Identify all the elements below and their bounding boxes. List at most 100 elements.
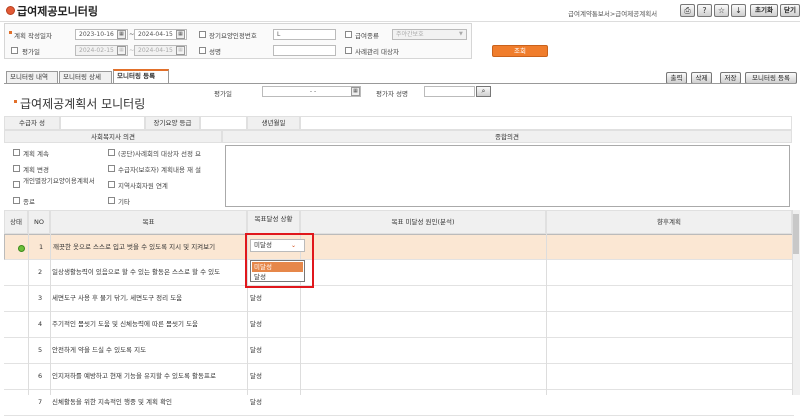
calendar-icon[interactable]: ▦ — [117, 30, 126, 39]
download-icon[interactable]: ↓ — [731, 4, 746, 17]
eval-date-label: 평가일 — [22, 48, 40, 56]
tab-monitoring-history[interactable]: 모니터링 내역 — [6, 71, 58, 83]
table-row[interactable]: 5 안전하게 약을 드실 수 있도록 지도 달성 — [4, 338, 794, 364]
row-no: 4 — [38, 320, 43, 328]
help-icon[interactable]: ? — [697, 4, 712, 17]
case-mgmt-checkbox[interactable] — [345, 47, 352, 54]
row-status[interactable]: 달성 — [250, 286, 262, 312]
col-header-goal: 목표 — [50, 210, 247, 234]
overall-opinion-label: 종합의견 — [222, 130, 792, 143]
row-no: 1 — [39, 243, 44, 251]
row-goal: 안전하게 약을 드실 수 있도록 지도 — [52, 346, 147, 354]
row-goal: 주기적인 몸씻기 도움 및 신체능력에 따른 몸씻기 도움 — [52, 320, 199, 328]
row-no: 2 — [38, 268, 43, 276]
required-marker — [9, 31, 12, 34]
contract-date-label: 계획 작성일자 — [14, 32, 52, 40]
option-label: 계획 계속 — [23, 150, 49, 158]
row-no: 5 — [38, 346, 43, 354]
table-row[interactable]: 4 주기적인 몸씻기 도움 및 신체능력에 따른 몸씻기 도움 달성 — [4, 312, 794, 338]
row-no: 3 — [38, 294, 43, 302]
continue-plan-checkbox[interactable] — [13, 149, 20, 156]
calendar-icon[interactable]: ▦ — [176, 46, 185, 55]
chevron-down-icon: ▼ — [459, 31, 463, 37]
breadcrumb: 급여계약통보서>급여제공계획서 — [568, 10, 658, 18]
overall-opinion-textarea[interactable] — [225, 145, 790, 207]
recipient-name-value — [60, 116, 145, 130]
row-goal: 세면도구 사용 후 물기 닦기, 세면도구 정리 도움 — [52, 294, 183, 302]
page-title: 급여제공모니터링 — [17, 5, 98, 18]
app-logo-icon — [6, 6, 15, 15]
evaluator-input[interactable] — [424, 86, 475, 97]
recipient-name-label: 수급자 성 — [4, 116, 60, 130]
grade-value — [200, 116, 247, 130]
row-goal: 신체활동을 위한 지속적인 행중 및 계획 확인 — [52, 398, 173, 406]
grade-label: 장기요양 등급 — [145, 116, 200, 130]
evaluator-label: 평가자 성명 — [376, 90, 408, 98]
ltc-no-label: 장기요양인정번호 — [209, 32, 257, 40]
calendar-icon[interactable]: ▦ — [351, 87, 360, 96]
social-worker-opinion-label: 사회복지사 의견 — [4, 130, 222, 143]
section-bullet — [14, 100, 17, 103]
option-label: (공단)사례회의 대상자 선정 요 — [118, 150, 202, 158]
row-status[interactable]: 달성 — [250, 390, 262, 416]
column-divider — [50, 234, 51, 395]
row-goal: 일상생활능력이 있음으로 할 수 있는 활동은 스스로 할 수 있도 — [52, 268, 221, 276]
table-row[interactable]: 3 세면도구 사용 후 물기 닦기, 세면도구 정리 도움 달성 — [4, 286, 794, 312]
benefit-type-checkbox[interactable] — [345, 31, 352, 38]
plan-eval-date-label: 평가일 — [214, 90, 232, 98]
row-status[interactable]: 달성 — [250, 338, 262, 364]
other-checkbox[interactable] — [108, 197, 115, 204]
row-goal: 인지저하를 예방하고 현재 기능을 유지할 수 있도록 활동프로 — [52, 372, 216, 380]
close-button[interactable]: 닫기 — [780, 4, 800, 17]
option-label: 계획 변경 — [23, 166, 49, 174]
re-explain-checkbox[interactable] — [108, 165, 115, 172]
table-row[interactable]: 6 인지저하를 예방하고 현재 기능을 유지할 수 있도록 활동프로 달성 — [4, 364, 794, 390]
benefit-type-select[interactable]: 주야간보호 — [392, 29, 467, 40]
print-icon[interactable]: ⎙ — [680, 4, 695, 17]
individual-plan-checkbox[interactable] — [13, 181, 20, 188]
scrollbar-thumb[interactable] — [793, 214, 799, 254]
plan-title: 급여제공계획서 모니터링 — [20, 97, 146, 111]
column-divider — [546, 234, 547, 395]
reset-button[interactable]: 초기화 — [750, 4, 778, 17]
option-label: 종료 — [23, 198, 35, 206]
search-icon[interactable]: ⌕ — [476, 86, 491, 97]
eval-date-checkbox[interactable] — [11, 47, 18, 54]
option-label: 개인별장기요양이용계획서 — [23, 177, 95, 185]
col-header-no: NO — [28, 210, 50, 234]
search-button[interactable]: 조회 — [492, 45, 548, 57]
table-row[interactable]: 1 깨끗한 옷으로 스스로 입고 벗을 수 있도록 지시 및 지켜보기 — [4, 234, 794, 260]
birth-value — [300, 116, 792, 130]
change-plan-checkbox[interactable] — [13, 165, 20, 172]
name-input[interactable] — [273, 45, 336, 56]
table-row[interactable]: 7 신체활동을 위한 지속적인 행중 및 계획 확인 달성 — [4, 390, 794, 416]
col-header-future-plan: 향후계획 — [546, 210, 792, 234]
ltc-no-checkbox[interactable] — [199, 31, 206, 38]
table-row[interactable]: 2 일상생활능력이 있음으로 할 수 있는 활동은 스스로 할 수 있도 — [4, 260, 794, 286]
row-status[interactable]: 달성 — [250, 312, 262, 338]
benefit-type-label: 급여종류 — [355, 32, 379, 40]
end-checkbox[interactable] — [13, 197, 20, 204]
calendar-icon[interactable]: ▦ — [176, 30, 185, 39]
tab-monitoring-register[interactable]: 모니터링 등록 — [113, 69, 169, 83]
calendar-icon[interactable]: ▦ — [117, 46, 126, 55]
tab-monitoring-detail[interactable]: 모니터링 상세 — [59, 71, 112, 83]
case-meeting-checkbox[interactable] — [108, 149, 115, 156]
highlight-box — [245, 233, 314, 288]
row-goal: 깨끗한 옷으로 스스로 입고 벗을 수 있도록 지시 및 지켜보기 — [53, 243, 216, 251]
community-link-checkbox[interactable] — [108, 181, 115, 188]
favorite-icon[interactable]: ☆ — [714, 4, 729, 17]
option-label: 지역사회자원 연계 — [118, 182, 168, 190]
name-checkbox[interactable] — [199, 47, 206, 54]
birth-label: 생년월일 — [247, 116, 300, 130]
plan-eval-date-input[interactable]: - - — [262, 86, 361, 97]
option-label: 기타 — [118, 198, 130, 206]
name-label: 성명 — [209, 48, 221, 56]
col-header-status: 상태 — [4, 210, 28, 234]
column-divider — [28, 234, 29, 395]
ltc-no-input[interactable]: L — [273, 29, 336, 40]
row-status[interactable]: 달성 — [250, 364, 262, 390]
status-ok-icon — [18, 245, 25, 252]
case-mgmt-label: 사례관리 대상자 — [355, 48, 399, 56]
option-label: 수급자(보호자) 계획내용 재 설 — [118, 166, 202, 174]
